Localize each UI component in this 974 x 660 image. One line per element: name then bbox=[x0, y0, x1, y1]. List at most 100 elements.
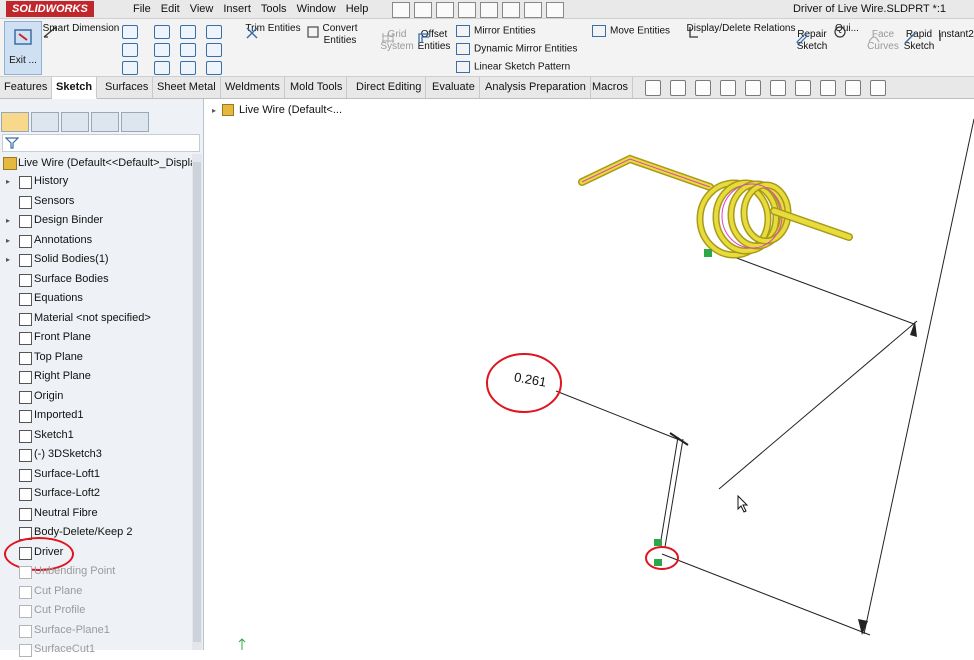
tree-item-sketch1[interactable]: Sketch1 bbox=[0, 426, 192, 446]
tree-item-origin[interactable]: Origin bbox=[0, 387, 192, 407]
linear-sketch-pattern-button[interactable]: Linear Sketch Pattern bbox=[456, 61, 570, 74]
exit-sketch-button[interactable]: Exit ... bbox=[4, 21, 42, 75]
previous-view-icon[interactable] bbox=[695, 80, 711, 96]
slot-icon[interactable] bbox=[122, 61, 138, 75]
expand-arrow-icon[interactable]: ▸ bbox=[6, 231, 10, 251]
view-settings-icon[interactable] bbox=[870, 80, 886, 96]
tree-item-surface-plane1[interactable]: Surface-Plane1 bbox=[0, 621, 192, 641]
save-icon[interactable] bbox=[436, 2, 454, 18]
open-document-icon[interactable] bbox=[414, 2, 432, 18]
instant2d-button[interactable]: Instant2 bbox=[938, 29, 974, 41]
expand-arrow-icon[interactable]: ▸ bbox=[6, 211, 10, 231]
tree-item-cut-plane[interactable]: Cut Plane bbox=[0, 582, 192, 602]
zoom-to-fit-icon[interactable] bbox=[645, 80, 661, 96]
menu-help[interactable]: Help bbox=[341, 0, 374, 18]
tab-features[interactable]: Features bbox=[0, 77, 53, 98]
dimxpertmanager-tab[interactable] bbox=[91, 112, 119, 132]
menu-insert[interactable]: Insert bbox=[218, 0, 256, 18]
options-icon[interactable] bbox=[546, 2, 564, 18]
tab-analysis-preparation[interactable]: Analysis Preparation bbox=[481, 77, 591, 98]
ellipse-icon[interactable] bbox=[180, 43, 196, 57]
rectangle-icon[interactable] bbox=[122, 43, 138, 57]
tab-sheet-metal[interactable]: Sheet Metal bbox=[153, 77, 221, 98]
plane-icon[interactable] bbox=[206, 43, 222, 57]
feature-tree-root[interactable]: Live Wire (Default<<Default>_Displa bbox=[0, 154, 192, 172]
feature-tree-scrollbar[interactable] bbox=[192, 154, 202, 650]
select-icon[interactable] bbox=[502, 2, 520, 18]
propertymanager-tab[interactable] bbox=[31, 112, 59, 132]
tree-item-history[interactable]: ▸ History bbox=[0, 172, 192, 192]
rapid-sketch-button[interactable]: Rapid Sketch bbox=[902, 29, 936, 53]
tab-direct-editing[interactable]: Direct Editing bbox=[352, 77, 427, 98]
tree-item-annotations[interactable]: ▸ Annotations bbox=[0, 231, 192, 251]
tree-item-design-binder[interactable]: ▸ Design Binder bbox=[0, 211, 192, 231]
text-icon[interactable] bbox=[206, 61, 222, 75]
tree-item-unbending-point[interactable]: Unbending Point bbox=[0, 562, 192, 582]
tree-item-neutral-fibre[interactable]: Neutral Fibre bbox=[0, 504, 192, 524]
expand-arrow-icon[interactable]: ▸ bbox=[6, 172, 10, 192]
spline-icon[interactable] bbox=[180, 25, 196, 39]
tree-item-surface-loft2[interactable]: Surface-Loft2 bbox=[0, 484, 192, 504]
tree-item-imported1[interactable]: Imported1 bbox=[0, 406, 192, 426]
repair-sketch-button[interactable]: Repair Sketch bbox=[794, 29, 830, 53]
quick-snaps-button[interactable]: Qui... bbox=[832, 23, 862, 38]
mirror-entities-button[interactable]: Mirror Entities bbox=[456, 25, 536, 38]
tree-item-cut-profile[interactable]: Cut Profile bbox=[0, 601, 192, 621]
dynamic-mirror-button[interactable]: Dynamic Mirror Entities bbox=[456, 43, 577, 56]
tab-evaluate[interactable]: Evaluate bbox=[428, 77, 480, 98]
apply-scene-icon[interactable] bbox=[845, 80, 861, 96]
tab-mold-tools[interactable]: Mold Tools bbox=[286, 77, 348, 98]
tree-item-material-not-specified[interactable]: Material <not specified> bbox=[0, 309, 192, 329]
hide-show-items-icon[interactable] bbox=[795, 80, 811, 96]
offset-entities-button[interactable]: Offset Entities bbox=[416, 29, 452, 53]
tree-item-right-plane[interactable]: Right Plane bbox=[0, 367, 192, 387]
section-view-icon[interactable] bbox=[720, 80, 736, 96]
trim-entities-button[interactable]: Trim Entities bbox=[244, 23, 302, 39]
menu-file[interactable]: File bbox=[128, 0, 156, 18]
edit-appearance-icon[interactable] bbox=[820, 80, 836, 96]
tree-item-solid-bodies-1[interactable]: ▸ Solid Bodies(1) bbox=[0, 250, 192, 270]
rebuild-icon[interactable] bbox=[524, 2, 542, 18]
menu-edit[interactable]: Edit bbox=[156, 0, 185, 18]
tree-item-3dsketch3[interactable]: (-) 3DSketch3 bbox=[0, 445, 192, 465]
face-curves-button[interactable]: Face Curves bbox=[866, 29, 900, 53]
tree-item-surface-loft1[interactable]: Surface-Loft1 bbox=[0, 465, 192, 485]
displaymanager-tab[interactable] bbox=[121, 112, 149, 132]
point-icon[interactable] bbox=[154, 61, 170, 75]
scrollbar-thumb[interactable] bbox=[193, 162, 201, 642]
print-icon[interactable] bbox=[458, 2, 476, 18]
display-delete-relations-button[interactable]: Display/Delete Relations bbox=[686, 23, 796, 38]
tree-item-equations[interactable]: Equations bbox=[0, 289, 192, 309]
undo-icon[interactable] bbox=[480, 2, 498, 18]
tree-item-front-plane[interactable]: Front Plane bbox=[0, 328, 192, 348]
fillet-icon[interactable] bbox=[206, 25, 222, 39]
feature-tree-filter[interactable] bbox=[2, 134, 200, 152]
menu-tools[interactable]: Tools bbox=[256, 0, 292, 18]
tab-surfaces[interactable]: Surfaces bbox=[101, 77, 154, 98]
line-icon[interactable] bbox=[122, 25, 138, 39]
configurationmanager-tab[interactable] bbox=[61, 112, 89, 132]
graphics-area[interactable]: ▸ Live Wire (Default<... 0.261 bbox=[204, 99, 974, 650]
tab-weldments[interactable]: Weldments bbox=[221, 77, 285, 98]
chamfer-icon[interactable] bbox=[180, 61, 196, 75]
tree-item-top-plane[interactable]: Top Plane bbox=[0, 348, 192, 368]
tree-item-driver[interactable]: Driver bbox=[0, 536, 192, 571]
menu-window[interactable]: Window bbox=[292, 0, 341, 18]
solidworks-logo[interactable]: SOLIDWORKS bbox=[6, 1, 94, 17]
new-document-icon[interactable] bbox=[392, 2, 410, 18]
arc-icon[interactable] bbox=[154, 43, 170, 57]
tree-item-surface-bodies[interactable]: Surface Bodies bbox=[0, 270, 192, 290]
view-orientation-icon[interactable] bbox=[745, 80, 761, 96]
tab-sketch[interactable]: Sketch bbox=[52, 77, 98, 99]
expand-arrow-icon[interactable]: ▸ bbox=[6, 250, 10, 270]
grid-system-button[interactable]: Grid System bbox=[380, 29, 414, 53]
menu-view[interactable]: View bbox=[185, 0, 219, 18]
circle-icon[interactable] bbox=[154, 25, 170, 39]
move-entities-button[interactable]: Move Entities bbox=[592, 25, 670, 38]
tree-item-sensors[interactable]: Sensors bbox=[0, 192, 192, 212]
smart-dimension-button[interactable]: Smart Dimension bbox=[42, 23, 120, 38]
tab-macros[interactable]: Macros bbox=[588, 77, 634, 98]
featuremanager-tab[interactable] bbox=[1, 112, 29, 132]
zoom-to-area-icon[interactable] bbox=[670, 80, 686, 96]
convert-entities-button[interactable]: Convert Entities bbox=[305, 23, 375, 47]
